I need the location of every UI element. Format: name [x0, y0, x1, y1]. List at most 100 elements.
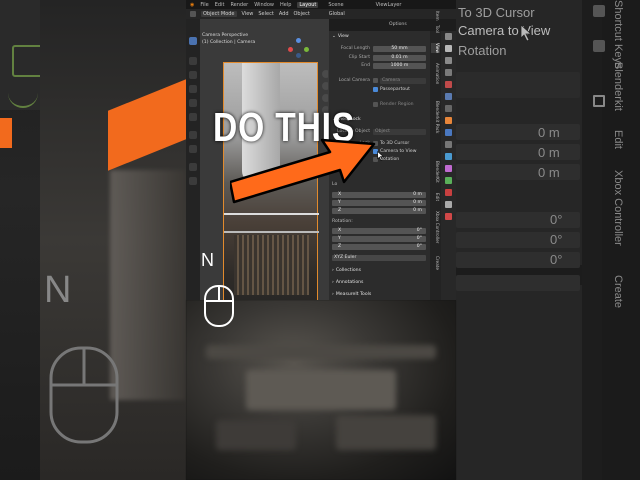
- tab-create[interactable]: Create: [431, 256, 440, 270]
- transform-tool-icon[interactable]: [189, 113, 197, 121]
- rotation-y-row: Y 0°: [332, 235, 426, 242]
- material-props-icon[interactable]: [445, 189, 452, 196]
- menu-window[interactable]: Window: [254, 2, 274, 8]
- clip-end-label: End: [361, 63, 370, 68]
- menu-edit[interactable]: Edit: [215, 2, 225, 8]
- collections-section-header[interactable]: › Collections: [332, 267, 361, 274]
- rotation-x-row: X 0°: [332, 227, 426, 234]
- annotations-label: Annotations: [335, 280, 364, 285]
- view-layer-selector[interactable]: ViewLayer: [376, 2, 402, 8]
- view-section-title: View: [337, 34, 349, 39]
- local-camera-row: Local Camera Camera: [332, 77, 426, 84]
- cursor-tool-icon[interactable]: [189, 57, 197, 65]
- rotation-x-field[interactable]: X 0°: [332, 227, 426, 234]
- constraints-props-icon[interactable]: [445, 165, 452, 172]
- tab-blenderkit[interactable]: BlenderKit: [431, 161, 440, 183]
- tool-props-icon[interactable]: [445, 33, 452, 40]
- extra-tool-icon[interactable]: [189, 177, 197, 185]
- rotate-tool-icon[interactable]: [189, 85, 197, 93]
- header-menu-object[interactable]: Object: [294, 11, 310, 17]
- tab-item[interactable]: Item: [431, 11, 440, 21]
- location-z-value: 0 m: [413, 207, 422, 213]
- measure-tool-icon[interactable]: [189, 145, 197, 153]
- local-camera-field[interactable]: Camera: [380, 77, 426, 84]
- rotation-y-field[interactable]: Y 0°: [332, 235, 426, 242]
- orientation-dropdown[interactable]: Global: [329, 11, 345, 17]
- tab-edit[interactable]: Edit: [431, 193, 440, 201]
- tab-tool[interactable]: Tool: [431, 25, 440, 33]
- tool-shelf: [186, 19, 200, 300]
- editor-type-icon[interactable]: [190, 11, 196, 17]
- select-tool-icon[interactable]: [189, 37, 197, 45]
- workspace-tab-layout[interactable]: Layout: [297, 1, 319, 8]
- data-props-icon[interactable]: [445, 177, 452, 184]
- gizmo-x-axis[interactable]: [288, 47, 293, 52]
- bg-rotation: Rotation: [458, 43, 507, 58]
- extra-props-icon[interactable]: [445, 213, 452, 220]
- clip-end-field[interactable]: 1000 m: [373, 62, 426, 69]
- focal-length-field[interactable]: 50 mm: [373, 45, 426, 52]
- tab-view[interactable]: View: [431, 43, 440, 53]
- rotation-z-axis: Z: [338, 243, 342, 249]
- render-props-icon[interactable]: [445, 45, 452, 52]
- sidebar-tabs: Item Tool View Animation Blenderkit Pack…: [430, 11, 441, 300]
- gizmo-z-axis[interactable]: [296, 38, 301, 43]
- collections-label: Collections: [335, 268, 361, 273]
- modifier-props-icon[interactable]: [445, 129, 452, 136]
- add-cube-tool-icon[interactable]: [189, 163, 197, 171]
- rotation-z-field[interactable]: Z 0°: [332, 243, 426, 250]
- particles-props-icon[interactable]: [445, 141, 452, 148]
- mouse-icon: [204, 285, 234, 327]
- header-menu-select[interactable]: Select: [258, 11, 273, 17]
- clip-end-row: End 1000 m: [332, 62, 426, 69]
- viewport-header: Object Mode View Select Add Object Globa…: [186, 9, 456, 19]
- tab-blenderkit-pack[interactable]: Blenderkit Pack: [431, 101, 440, 133]
- measureit-label: MeasureIt Tools: [335, 292, 372, 297]
- gizmo-y-axis[interactable]: [304, 47, 309, 52]
- scene-selector[interactable]: Scene: [328, 2, 343, 8]
- local-camera-checkbox[interactable]: [373, 78, 378, 83]
- measureit-section-header[interactable]: › MeasureIt Tools: [332, 291, 371, 298]
- mode-dropdown[interactable]: Object Mode: [201, 11, 237, 17]
- location-y-value: 0 m: [413, 199, 422, 205]
- passepartout-row: Passepartout: [332, 86, 426, 93]
- bg-tab-create: Create: [612, 275, 624, 309]
- gizmo-neg-axis[interactable]: [296, 53, 301, 58]
- tab-xbox-controller[interactable]: Xbox Controller: [431, 211, 440, 243]
- render-interior: [234, 235, 309, 295]
- texture-props-icon[interactable]: [445, 201, 452, 208]
- tab-animation[interactable]: Animation: [431, 63, 440, 84]
- scene-props-icon[interactable]: [445, 81, 452, 88]
- local-camera-label: Local Camera: [338, 78, 370, 83]
- view-section-header[interactable]: ⌄ View: [332, 33, 349, 40]
- header-menu-view[interactable]: View: [242, 11, 254, 17]
- menu-file[interactable]: File: [200, 2, 208, 8]
- passepartout-checkbox[interactable]: [373, 87, 378, 92]
- annotations-section-header[interactable]: › Annotations: [332, 279, 363, 286]
- blender-logo-icon[interactable]: ◉: [190, 2, 194, 8]
- arrow-tail-left: [0, 118, 12, 148]
- lock-to-object-field[interactable]: Object: [373, 128, 426, 135]
- physics-props-icon[interactable]: [445, 153, 452, 160]
- scale-tool-icon[interactable]: [189, 99, 197, 107]
- bg-value-1: 0 m: [538, 145, 560, 160]
- rotation-mode-dropdown[interactable]: XYZ Euler: [332, 254, 426, 261]
- view-layer-props-icon[interactable]: [445, 69, 452, 76]
- render-region-checkbox[interactable]: [373, 102, 378, 107]
- menu-help[interactable]: Help: [280, 2, 291, 8]
- header-menu-add[interactable]: Add: [279, 11, 289, 17]
- clip-start-row: Clip Start 0.01 m: [332, 54, 426, 61]
- collection-props-icon[interactable]: [445, 105, 452, 112]
- annotate-tool-icon[interactable]: [189, 131, 197, 139]
- background-left-blur: N: [0, 0, 186, 480]
- object-props-icon[interactable]: [445, 117, 452, 124]
- move-tool-icon[interactable]: [189, 71, 197, 79]
- menu-render[interactable]: Render: [230, 2, 248, 8]
- options-button[interactable]: Options: [389, 22, 407, 27]
- rotation-y-axis: Y: [338, 235, 341, 241]
- world-props-icon[interactable]: [445, 93, 452, 100]
- bg-tab-blenderkit: Blenderkit: [612, 62, 624, 111]
- output-props-icon[interactable]: [445, 57, 452, 64]
- clip-start-field[interactable]: 0.01 m: [373, 54, 426, 61]
- orange-arrow-icon: [230, 138, 376, 204]
